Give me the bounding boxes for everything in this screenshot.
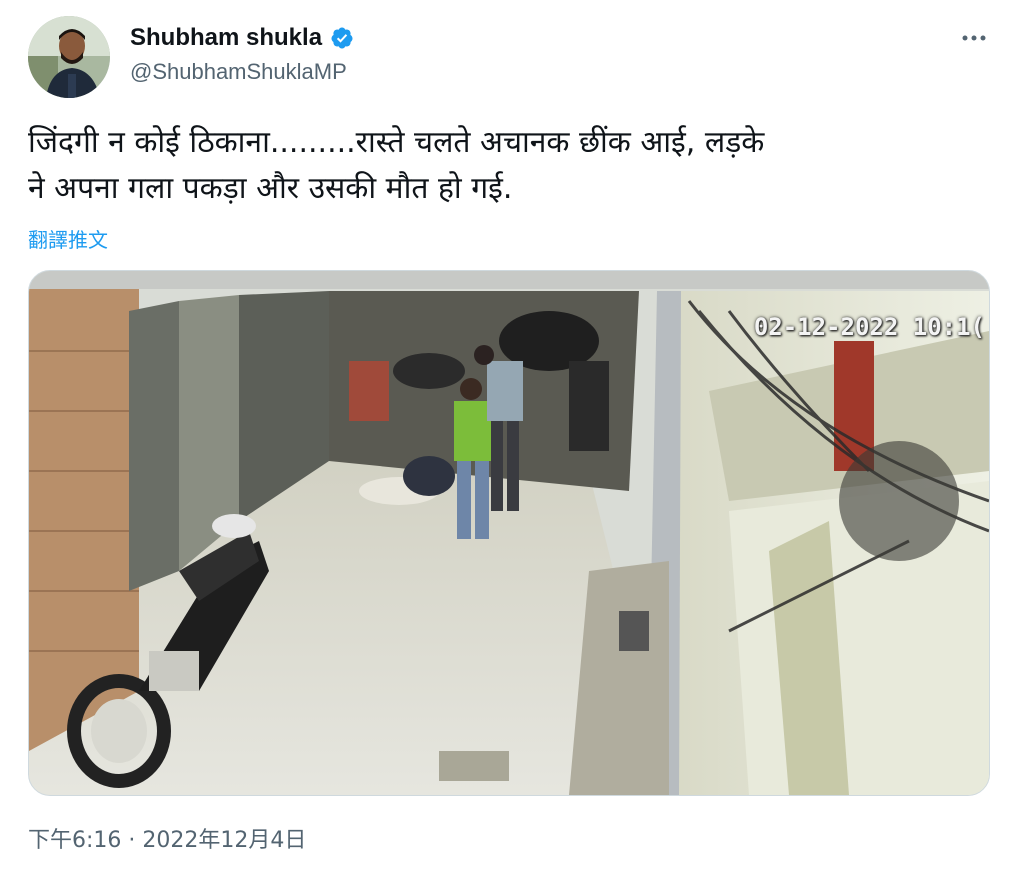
tweet-timestamp[interactable]: 下午6:16 · 2022年12月4日: [28, 822, 306, 854]
translate-tweet-link[interactable]: 翻譯推文: [28, 224, 108, 253]
verified-badge-icon: [330, 26, 354, 50]
ellipsis-icon[interactable]: [958, 28, 990, 48]
author-display-name[interactable]: Shubham shukla: [130, 24, 322, 52]
tweet-media-video[interactable]: 02-12-2022 10:1(: [28, 270, 990, 796]
video-overlay-timestamp: 02-12-2022 10:1(: [753, 313, 985, 341]
cctv-street-scene-image: [29, 271, 989, 795]
author-handle[interactable]: @ShubhamShuklaMP: [130, 59, 347, 85]
author-name-row: Shubham shukla: [130, 24, 354, 52]
avatar[interactable]: [28, 16, 110, 98]
tweet-text: जिंदगी न कोई ठिकाना.........रास्ते चलते …: [28, 125, 765, 206]
profile-photo-icon: [28, 16, 110, 98]
